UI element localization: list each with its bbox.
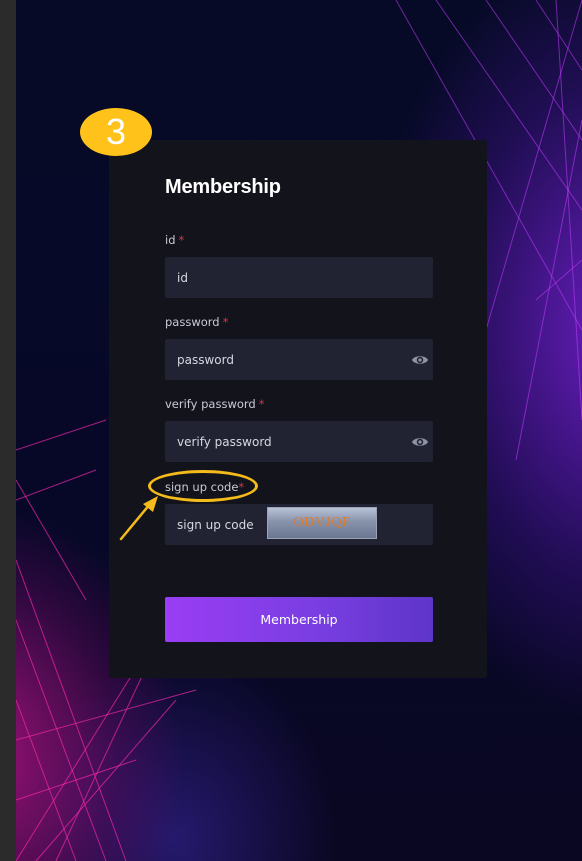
verify-password-label: verify password * — [165, 397, 265, 411]
signup-code-field[interactable]: ODVJQF — [165, 504, 433, 545]
required-mark: * — [258, 397, 265, 411]
eye-icon[interactable] — [411, 433, 429, 451]
step-number-badge: 3 — [80, 108, 152, 156]
verify-password-input[interactable] — [165, 421, 433, 462]
annotation-highlight-ellipse — [148, 470, 258, 502]
captcha-code: ODVJQF — [267, 507, 377, 539]
password-field[interactable] — [165, 339, 433, 380]
form-title: Membership — [165, 176, 281, 198]
id-input[interactable] — [165, 257, 433, 298]
eye-icon[interactable] — [411, 351, 429, 369]
password-label: password * — [165, 315, 229, 329]
membership-card: Membership id* password* verify password… — [109, 140, 487, 678]
membership-submit-button[interactable]: Membership — [165, 597, 433, 642]
password-input[interactable] — [165, 339, 433, 380]
id-field[interactable] — [165, 257, 433, 298]
required-mark: * — [178, 233, 185, 247]
verify-password-field[interactable] — [165, 421, 433, 462]
annotation-arrow-icon — [119, 496, 158, 541]
id-label: id * — [165, 233, 185, 247]
required-mark: * — [222, 315, 229, 329]
